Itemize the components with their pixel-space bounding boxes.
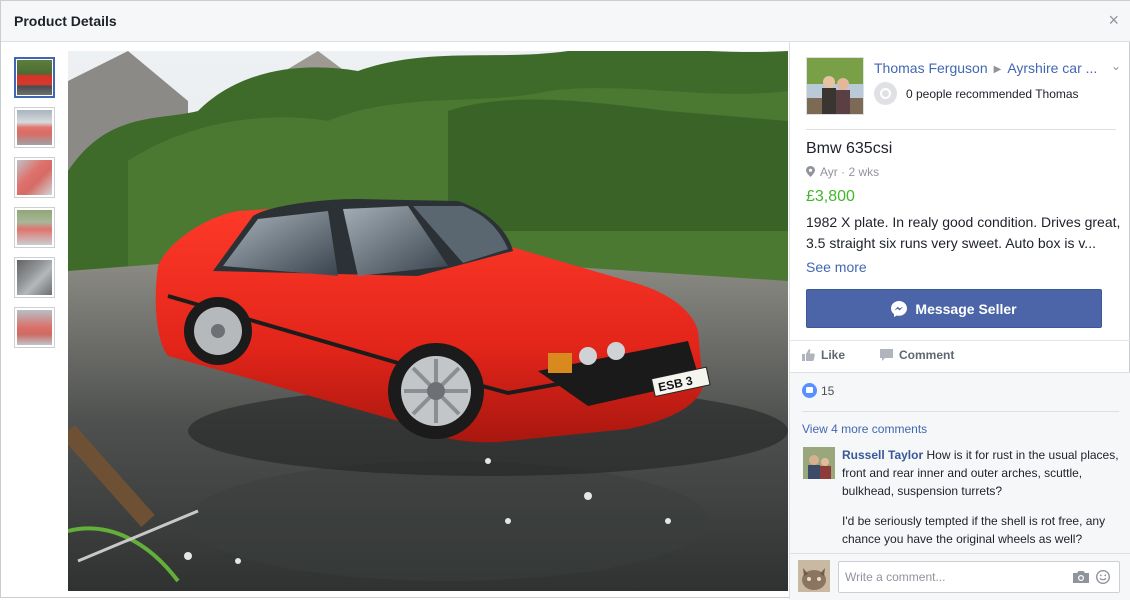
camera-icon[interactable] [1073, 571, 1089, 583]
comment-author[interactable]: Russell Taylor [842, 448, 923, 462]
location-pin-icon [806, 166, 815, 177]
divider [790, 340, 1130, 341]
like-icon [802, 349, 815, 361]
seller-name-link[interactable]: Thomas Ferguson [874, 60, 988, 76]
thumbnail-4[interactable] [14, 207, 55, 248]
product-location: Ayr · 2 wks [806, 165, 879, 179]
thumbnail-3[interactable] [14, 157, 55, 198]
seller-breadcrumb: Thomas Ferguson ▶ Ayrshire car ... [874, 60, 1097, 76]
comment-text-continued: I'd be seriously tempted if the shell is… [842, 514, 1106, 546]
thumbnail-strip [14, 57, 56, 357]
product-price: £3,800 [806, 188, 855, 205]
like-button[interactable]: Like [802, 348, 845, 362]
current-user-avatar [798, 560, 830, 592]
comment-label: Comment [899, 348, 955, 362]
location-text: Ayr · 2 wks [820, 165, 880, 179]
chevron-down-icon[interactable]: ⌄ [1111, 59, 1121, 73]
modal-title: Product Details [14, 13, 117, 29]
like-reaction-icon [802, 383, 817, 398]
details-panel: Thomas Ferguson ▶ Ayrshire car ... ⌄ 0 peo… [790, 42, 1130, 600]
like-count[interactable]: 15 [802, 383, 834, 398]
comments-section: 15 View 4 more comments Russell Taylor H… [790, 372, 1130, 600]
divider [802, 411, 1119, 412]
comment-icon [880, 349, 893, 361]
thumbnail-2[interactable] [14, 107, 55, 148]
recommendations-text: 0 people recommended Thomas [906, 87, 1079, 101]
product-description: 1982 X plate. In realy good condition. D… [806, 214, 1121, 251]
commenter-avatar[interactable] [803, 447, 835, 479]
thumbnail-5[interactable] [14, 257, 55, 298]
close-icon[interactable]: × [1108, 11, 1119, 29]
product-photo[interactable]: ESB 3 [68, 51, 788, 591]
comment-button[interactable]: Comment [880, 348, 954, 362]
like-count-number: 15 [821, 384, 835, 398]
product-title: Bmw 635csi [806, 140, 893, 157]
comment: Russell Taylor How is it for rust in the… [842, 446, 1122, 560]
thumbnail-6[interactable] [14, 307, 55, 348]
like-label: Like [821, 348, 846, 362]
recommend-icon [874, 82, 897, 105]
breadcrumb-arrow-icon: ▶ [993, 64, 1002, 75]
thumbnail-1[interactable] [14, 57, 55, 98]
modal-header: Product Details × [1, 1, 1130, 42]
emoji-icon[interactable] [1096, 570, 1110, 584]
divider [806, 129, 1116, 130]
seller-avatar[interactable] [806, 57, 864, 115]
view-more-comments-link[interactable]: View 4 more comments [802, 422, 927, 436]
product-details-modal: Product Details × ESB 3 Thomas Ferguson … [0, 0, 1130, 600]
group-link[interactable]: Ayrshire car ... [1007, 60, 1097, 76]
comment-composer [790, 553, 1130, 600]
see-more-link[interactable]: See more [806, 259, 867, 275]
message-seller-button[interactable]: Message Seller [806, 289, 1102, 328]
message-seller-label: Message Seller [915, 300, 1017, 317]
messenger-icon [891, 300, 908, 317]
